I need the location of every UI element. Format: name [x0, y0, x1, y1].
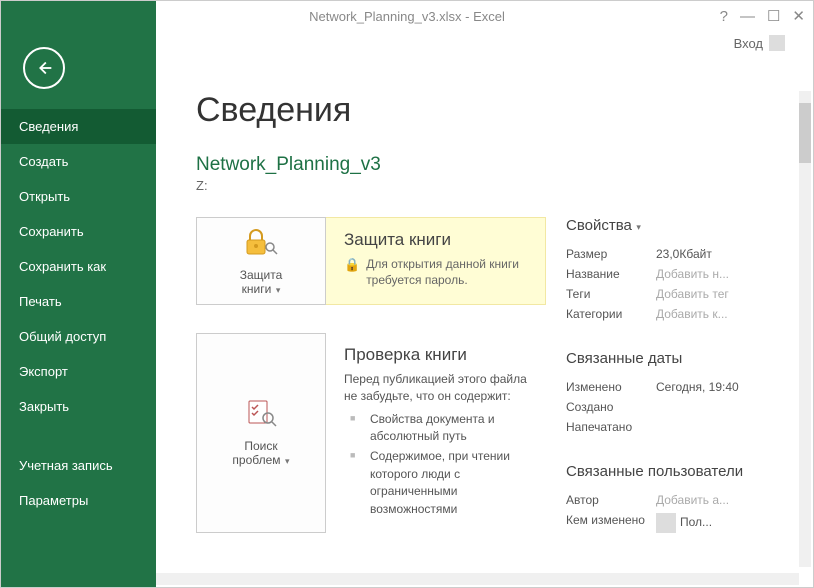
properties-table: Размер23,0Кбайт НазваниеДобавить н... Те…: [566, 244, 766, 324]
sidebar-item-open[interactable]: Открыть: [1, 179, 156, 214]
sidebar-item-save-as[interactable]: Сохранить как: [1, 249, 156, 284]
prop-title-input[interactable]: Добавить н...: [656, 267, 729, 281]
prop-tags-input[interactable]: Добавить тег: [656, 287, 729, 301]
checklist-magnify-icon: [244, 398, 278, 431]
sidebar-nav: Сведения Создать Открыть Сохранить Сохра…: [1, 1, 156, 587]
sidebar-item-account[interactable]: Учетная запись: [1, 448, 156, 483]
chevron-down-icon: ▾: [634, 222, 641, 232]
sidebar-item-export[interactable]: Экспорт: [1, 354, 156, 389]
protect-note: Для открытия данной книги требуется паро…: [366, 256, 527, 288]
document-path: Z:: [196, 178, 813, 193]
prop-categories-input[interactable]: Добавить к...: [656, 307, 728, 321]
inspect-item: Свойства документа и абсолютный путь: [358, 411, 528, 446]
date-label: Создано: [566, 400, 656, 414]
vertical-scrollbar[interactable]: [799, 91, 811, 567]
protect-workbook-panel: Защита книги 🔒 Для открытия данной книги…: [326, 217, 546, 305]
dates-table: ИзмененоСегодня, 19:40 Создано Напечатан…: [566, 377, 766, 437]
horizontal-scrollbar[interactable]: [156, 573, 799, 585]
inspect-item: Содержимое, при чтении которого люди с о…: [358, 448, 528, 518]
dates-header: Связанные даты: [566, 350, 682, 367]
document-name: Network_Planning_v3: [196, 154, 813, 176]
chevron-down-icon: ▾: [283, 456, 290, 466]
date-label: Напечатано: [566, 420, 656, 434]
chevron-down-icon: ▾: [273, 285, 280, 295]
protect-header: Защита книги: [344, 230, 527, 250]
back-button[interactable]: [23, 47, 65, 89]
properties-dropdown[interactable]: Свойства ▾: [566, 217, 641, 234]
check-issues-button[interactable]: Поиск проблем ▾: [196, 333, 326, 533]
inspect-header: Проверка книги: [344, 345, 528, 365]
last-modified-by: Пол...: [656, 513, 712, 533]
prop-label: Категории: [566, 307, 656, 321]
sidebar-item-save[interactable]: Сохранить: [1, 214, 156, 249]
sidebar-item-options[interactable]: Параметры: [1, 483, 156, 518]
prop-label: Название: [566, 267, 656, 281]
page-title: Сведения: [196, 91, 813, 130]
people-label: Автор: [566, 493, 656, 507]
inspect-desc: Перед публикацией этого файла не забудьт…: [344, 371, 528, 405]
people-table: АвторДобавить а... Кем измененоПол...: [566, 490, 766, 536]
lock-key-icon: [244, 227, 278, 260]
prop-value-size: 23,0Кбайт: [656, 247, 712, 261]
date-modified: Сегодня, 19:40: [656, 380, 739, 394]
prop-label: Размер: [566, 247, 656, 261]
people-header: Связанные пользователи: [566, 463, 743, 480]
sidebar-item-print[interactable]: Печать: [1, 284, 156, 319]
sidebar-item-close[interactable]: Закрыть: [1, 389, 156, 424]
date-label: Изменено: [566, 380, 656, 394]
content-area: Сведения Network_Planning_v3 Z: Защит: [156, 1, 813, 587]
protect-workbook-button[interactable]: Защита книги ▾: [196, 217, 326, 305]
sidebar-item-share[interactable]: Общий доступ: [1, 319, 156, 354]
check-issues-panel: Проверка книги Перед публикацией этого ф…: [326, 333, 546, 533]
people-label: Кем изменено: [566, 513, 656, 533]
avatar-icon: [656, 513, 676, 533]
sidebar-item-new[interactable]: Создать: [1, 144, 156, 179]
lock-small-icon: 🔒: [344, 256, 360, 274]
prop-label: Теги: [566, 287, 656, 301]
author-input[interactable]: Добавить а...: [656, 493, 729, 507]
sidebar-item-info[interactable]: Сведения: [1, 109, 156, 144]
